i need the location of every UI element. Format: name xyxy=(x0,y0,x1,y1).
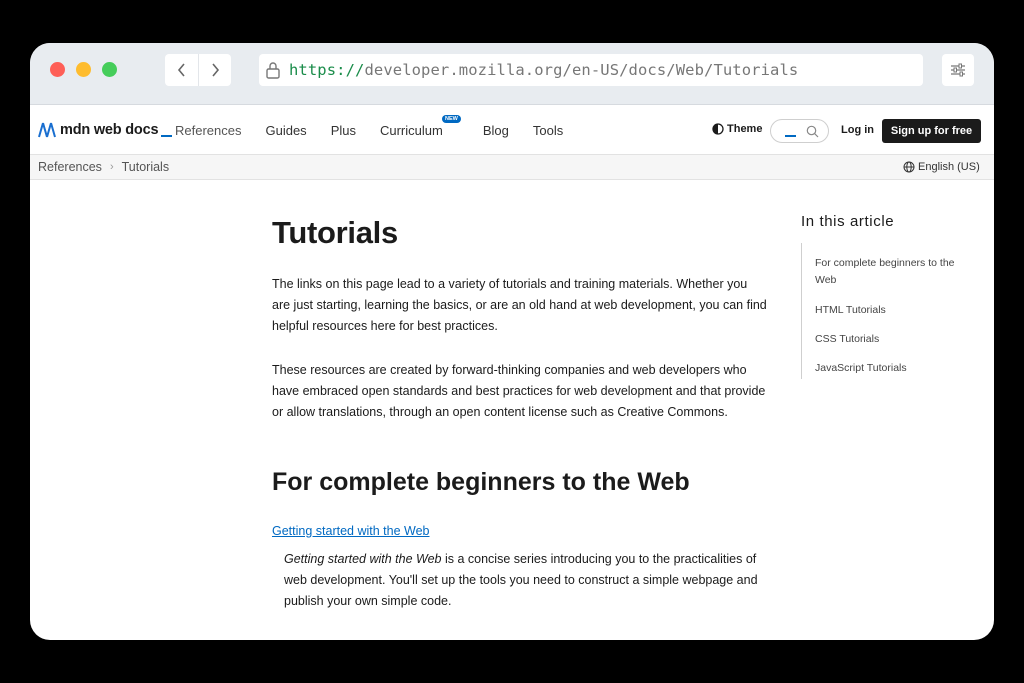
lock-icon xyxy=(266,62,280,79)
mdn-logo-icon xyxy=(38,122,56,138)
toc-item-html[interactable]: HTML Tutorials xyxy=(815,302,975,319)
site-header: mdn web docs References Guides Plus Curr… xyxy=(30,106,994,155)
nav-tools[interactable]: Tools xyxy=(533,123,563,138)
breadcrumb-references[interactable]: References xyxy=(38,160,102,174)
forward-icon xyxy=(212,63,220,77)
logo-text: mdn web docs xyxy=(60,122,159,138)
toc-title: In this article xyxy=(801,213,895,230)
theme-label: Theme xyxy=(727,123,763,135)
getting-started-link[interactable]: Getting started with the Web xyxy=(272,524,430,538)
forward-button[interactable] xyxy=(198,54,231,86)
new-badge: NEW xyxy=(441,115,461,123)
breadcrumb-tutorials[interactable]: Tutorials xyxy=(122,160,169,174)
language-label: English (US) xyxy=(918,161,980,173)
logo-cursor xyxy=(161,135,173,137)
url-path: developer.mozilla.org/en-US/docs/Web/Tut… xyxy=(364,61,799,79)
theme-icon xyxy=(712,123,724,135)
search-icon xyxy=(806,125,819,138)
getting-started-description: Getting started with the Web is a concis… xyxy=(284,549,768,612)
section-heading: For complete beginners to the Web xyxy=(272,468,690,496)
history-nav xyxy=(165,54,231,86)
nav-plus[interactable]: Plus xyxy=(331,123,356,138)
back-icon xyxy=(177,63,185,77)
nav-curriculum[interactable]: Curriculum NEW xyxy=(379,115,461,138)
settings-button[interactable] xyxy=(942,54,974,86)
toc-item-javascript[interactable]: JavaScript Tutorials xyxy=(815,360,975,377)
close-window-button[interactable] xyxy=(50,62,65,77)
description-title: Getting started with the Web xyxy=(284,552,442,566)
browser-toolbar: https://developer.mozilla.org/en-US/docs… xyxy=(30,43,994,105)
main-nav: References Guides Plus Curriculum NEW Blo… xyxy=(175,106,587,155)
search-caret xyxy=(785,135,796,137)
table-of-contents: For complete beginners to the Web HTML T… xyxy=(801,243,976,379)
nav-guides[interactable]: Guides xyxy=(265,123,306,138)
nav-blog[interactable]: Blog xyxy=(483,123,509,138)
minimize-window-button[interactable] xyxy=(76,62,91,77)
nav-references[interactable]: References xyxy=(175,123,241,138)
toc-item-css[interactable]: CSS Tutorials xyxy=(815,331,975,348)
nav-curriculum-label: Curriculum xyxy=(379,123,443,138)
breadcrumb-bar: References › Tutorials English (US) xyxy=(30,155,994,180)
breadcrumb: References › Tutorials xyxy=(38,160,169,174)
globe-icon xyxy=(903,161,915,173)
intro-paragraph-2: These resources are created by forward-t… xyxy=(272,363,766,419)
address-bar[interactable]: https://developer.mozilla.org/en-US/docs… xyxy=(259,54,923,86)
back-button[interactable] xyxy=(165,54,198,86)
signup-button[interactable]: Sign up for free xyxy=(882,119,981,143)
theme-switcher[interactable]: Theme xyxy=(712,123,762,135)
mdn-logo[interactable]: mdn web docs xyxy=(38,122,173,138)
chevron-right-icon: › xyxy=(109,161,114,173)
url-text: https://developer.mozilla.org/en-US/docs… xyxy=(289,61,798,79)
login-link[interactable]: Log in xyxy=(841,124,874,136)
url-scheme: https:// xyxy=(289,61,365,79)
browser-window: https://developer.mozilla.org/en-US/docs… xyxy=(30,43,994,640)
page-title: Tutorials xyxy=(272,215,398,250)
settings-icon xyxy=(951,63,965,77)
toc-item-beginners[interactable]: For complete beginners to the Web xyxy=(815,255,975,289)
language-switcher[interactable]: English (US) xyxy=(903,161,980,173)
search-input[interactable] xyxy=(770,119,829,143)
intro-paragraph-1: The links on this page lead to a variety… xyxy=(272,277,767,333)
maximize-window-button[interactable] xyxy=(102,62,117,77)
